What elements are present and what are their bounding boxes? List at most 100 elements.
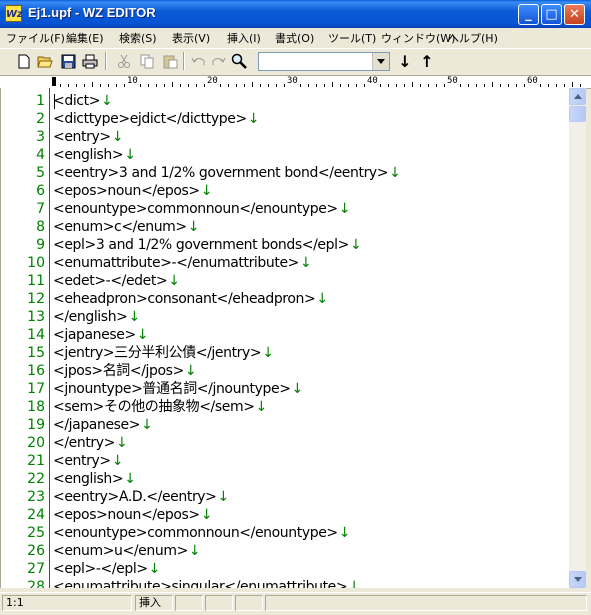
redo-button[interactable] <box>208 51 228 71</box>
editor-line[interactable]: 23 <eentry>A.D.</eentry>↓ <box>1 488 571 506</box>
menu-edit[interactable]: 編集(E) <box>66 30 104 46</box>
line-content: <japanese> <box>53 327 136 343</box>
editor-line[interactable]: 21 <entry>↓ <box>1 452 571 470</box>
magnifier-icon <box>231 53 247 69</box>
search-up-button[interactable]: ↑ <box>417 51 437 71</box>
print-button[interactable] <box>80 51 100 71</box>
menu-view[interactable]: 表示(V) <box>172 30 210 46</box>
return-mark-icon: ↓ <box>124 471 136 487</box>
find-button[interactable] <box>229 51 249 71</box>
ruler-mark: 40 <box>367 76 378 86</box>
editor-line[interactable]: 5 <eentry>3 and 1/2% government bond</een… <box>1 164 571 182</box>
editor-line[interactable]: 8 <enum>c</enum>↓ <box>1 218 571 236</box>
editor-line[interactable]: 12 <eheadpron>consonant</eheadpron>↓ <box>1 290 571 308</box>
editor-line[interactable]: 19 </japanese>↓ <box>1 416 571 434</box>
return-mark-icon: ↓ <box>116 435 128 451</box>
return-mark-icon: ↓ <box>187 219 200 235</box>
menu-tools[interactable]: ツール(T) <box>328 30 376 46</box>
ruler-mark: 10 <box>127 76 138 86</box>
editor-line[interactable]: 18 <sem>その他の抽象物</sem>↓ <box>1 398 571 416</box>
minimize-button[interactable]: _ <box>518 4 539 25</box>
editor-line[interactable]: 28 <enumattribute>singular</enumattribute… <box>1 578 571 588</box>
undo-button[interactable] <box>188 51 208 71</box>
ruler-mark: 20 <box>207 76 218 86</box>
editor-line[interactable]: 9 <epl>3 and 1/2% government bonds</epl>↓ <box>1 236 571 254</box>
line-content: <epos>noun</epos> <box>53 183 200 199</box>
editor-line[interactable]: 2 <dicttype>ejdict</dicttype>↓ <box>1 110 571 128</box>
maximize-button[interactable]: □ <box>541 4 562 25</box>
line-text: <jnountype>普通名詞</jnountype>↓ <box>53 380 303 398</box>
copy-button[interactable] <box>137 51 157 71</box>
menu-search[interactable]: 検索(S) <box>119 30 157 46</box>
status-bar: 1:1 挿入 <box>0 592 591 615</box>
editor-line[interactable]: 25 <enountype>commonnoun</enountype>↓ <box>1 524 571 542</box>
menu-insert[interactable]: 挿入(I) <box>227 30 261 46</box>
line-content: <edet>-</edet> <box>53 273 168 289</box>
paste-button[interactable] <box>160 51 180 71</box>
copy-icon <box>140 54 153 68</box>
editor-line[interactable]: 22 <english>↓ <box>1 470 571 488</box>
status-cell <box>175 595 203 611</box>
editor-line[interactable]: 3 <entry>↓ <box>1 128 571 146</box>
editor-line[interactable]: 4 <english>↓ <box>1 146 571 164</box>
combo-dropdown-arrow[interactable] <box>372 53 389 70</box>
line-number: 24 <box>27 507 45 523</box>
line-content: </english> <box>53 309 128 325</box>
column-ruler: 10 20 30 40 50 60 <box>0 75 591 89</box>
line-number: 11 <box>27 273 45 289</box>
line-number: 6 <box>36 183 45 199</box>
search-down-button[interactable]: ↓ <box>395 51 415 71</box>
editor-line[interactable]: 13 </english>↓ <box>1 308 571 326</box>
return-mark-icon: ↓ <box>338 201 351 217</box>
return-mark-icon: ↓ <box>247 111 260 127</box>
line-number: 27 <box>27 561 45 577</box>
vertical-scrollbar[interactable] <box>569 88 586 588</box>
editor-line[interactable]: 1 <dict>↓ <box>1 92 571 110</box>
menu-window[interactable]: ウィンドウ(W) <box>381 30 455 46</box>
cut-button[interactable] <box>114 51 134 71</box>
title-bar[interactable]: Wz Ej1.upf - WZ EDITOR _ □ ✕ <box>0 0 591 28</box>
line-content: <eheadpron>consonant</eheadpron> <box>53 291 316 307</box>
scroll-down-button[interactable] <box>569 571 586 588</box>
return-mark-icon: ↓ <box>101 93 113 109</box>
ruler-mark: 30 <box>287 76 298 86</box>
editor-line[interactable]: 11 <edet>-</edet>↓ <box>1 272 571 290</box>
editor-line[interactable]: 10 <enumattribute>-</enumattribute>↓ <box>1 254 571 272</box>
line-text: <enum>u</enum>↓ <box>53 542 201 560</box>
editor-line[interactable]: 15 <jentry>三分半利公債</jentry>↓ <box>1 344 571 362</box>
open-file-button[interactable] <box>35 51 55 71</box>
line-number: 22 <box>27 471 45 487</box>
line-number: 28 <box>27 579 45 588</box>
line-content: </japanese> <box>53 417 141 433</box>
editor-line[interactable]: 16 <jpos>名詞</jpos>↓ <box>1 362 571 380</box>
line-content: <jpos>名詞</jpos> <box>53 363 184 379</box>
menu-help[interactable]: ヘルプ(H) <box>448 30 498 46</box>
line-text: <entry>↓ <box>53 128 123 146</box>
editor-line[interactable]: 26 <enum>u</enum>↓ <box>1 542 571 560</box>
editor-line[interactable]: 17 <jnountype>普通名詞</jnountype>↓ <box>1 380 571 398</box>
status-insert-mode[interactable]: 挿入 <box>135 595 173 611</box>
editor-line[interactable]: 27 <epl>-</epl>↓ <box>1 560 571 578</box>
return-mark-icon: ↓ <box>349 237 362 253</box>
toolbar: ↓ ↑ <box>0 48 591 75</box>
app-icon[interactable]: Wz <box>5 5 23 22</box>
text-editor-area[interactable]: 1 <dict>↓ 2 <dicttype>ejdict</dicttype>↓ 3 <e… <box>0 88 571 588</box>
line-text: <epos>noun</epos>↓ <box>53 182 213 200</box>
line-number: 20 <box>27 435 45 451</box>
search-combo[interactable] <box>258 52 390 71</box>
editor-line[interactable]: 24 <epos>noun</epos>↓ <box>1 506 571 524</box>
return-mark-icon: ↓ <box>255 399 268 415</box>
editor-line[interactable]: 14 <japanese>↓ <box>1 326 571 344</box>
menu-format[interactable]: 書式(O) <box>275 30 314 46</box>
line-number: 19 <box>27 417 45 433</box>
close-button[interactable]: ✕ <box>564 4 585 25</box>
new-file-button[interactable] <box>14 51 34 71</box>
save-file-button[interactable] <box>58 51 78 71</box>
editor-line[interactable]: 20 </entry>↓ <box>1 434 571 452</box>
menu-file[interactable]: ファイル(F) <box>6 30 65 46</box>
scroll-up-button[interactable] <box>569 88 586 105</box>
editor-line[interactable]: 6 <epos>noun</epos>↓ <box>1 182 571 200</box>
scroll-thumb[interactable] <box>569 106 586 122</box>
line-text: <sem>その他の抽象物</sem>↓ <box>53 398 267 416</box>
editor-line[interactable]: 7 <enountype>commonnoun</enountype>↓ <box>1 200 571 218</box>
